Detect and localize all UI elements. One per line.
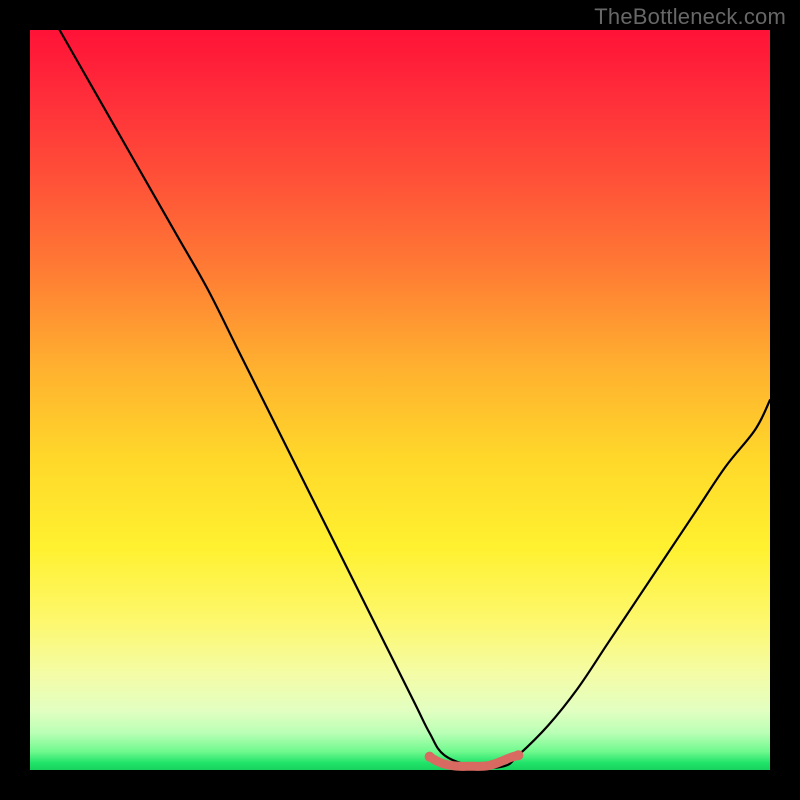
chart-frame: TheBottleneck.com [0,0,800,800]
trough-start-dot [425,752,435,762]
trough-end-dot [513,750,523,760]
optimal-trough [430,755,519,766]
bottleneck-curve [60,30,770,768]
chart-svg [30,30,770,770]
watermark-text: TheBottleneck.com [594,4,786,30]
plot-area [30,30,770,770]
